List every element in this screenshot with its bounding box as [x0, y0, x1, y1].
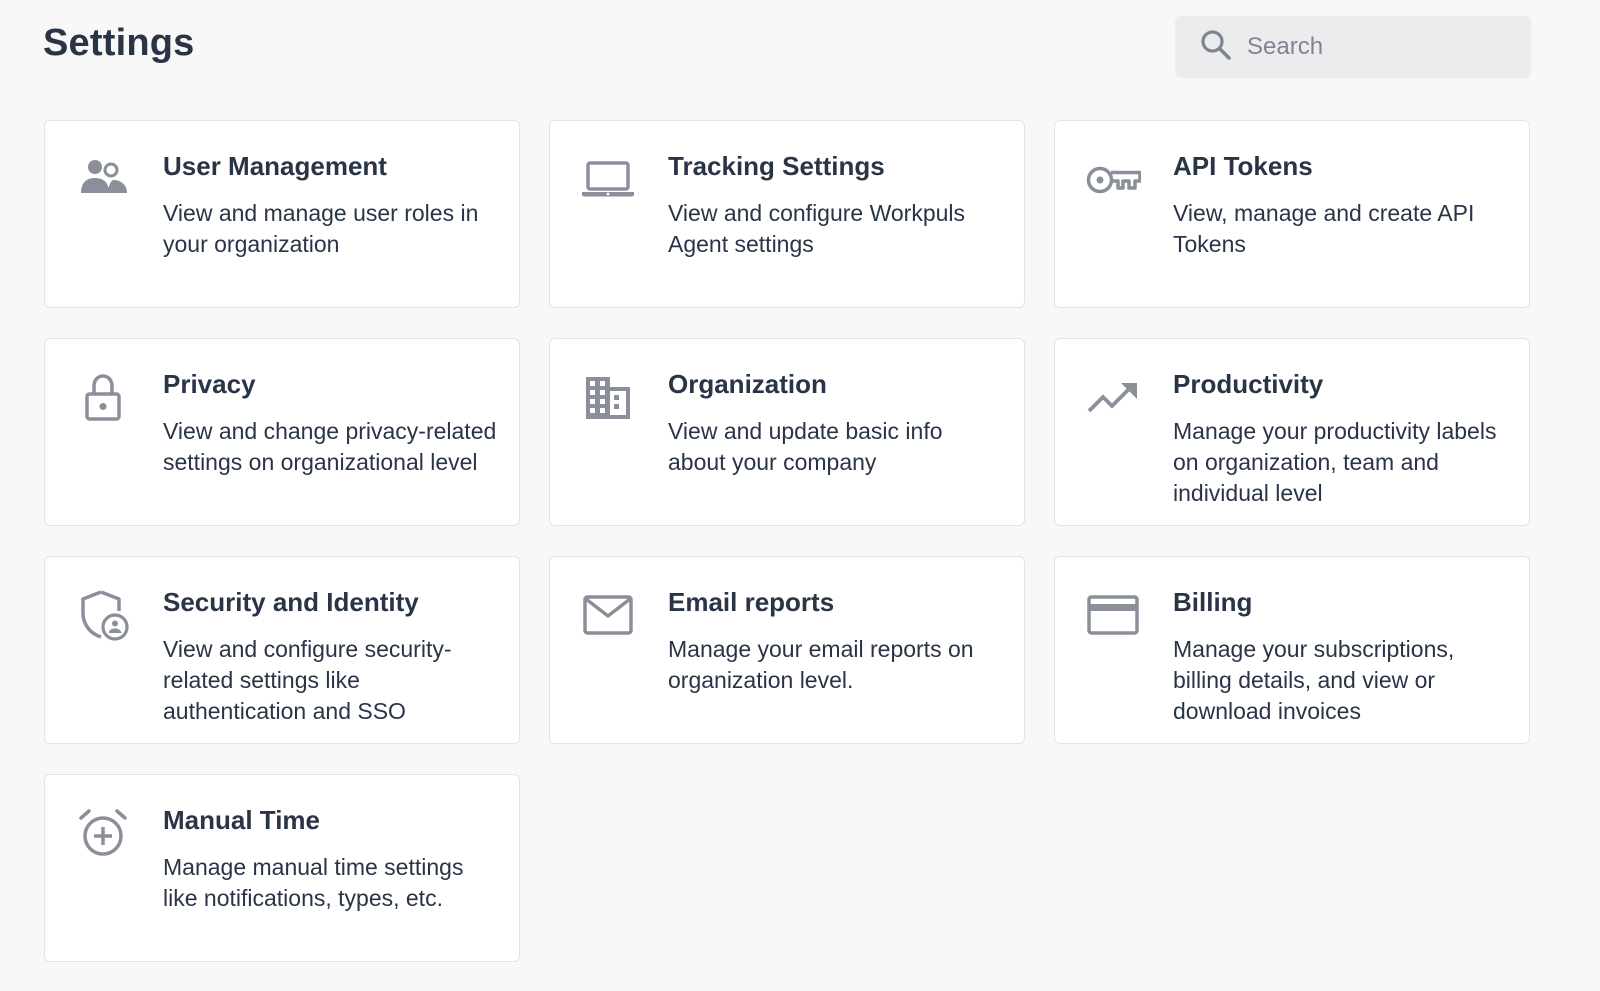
card-billing[interactable]: Billing Manage your subscriptions, billi… — [1054, 556, 1530, 744]
card-description: View and configure Workpuls Agent settin… — [668, 200, 966, 257]
page-title: Settings — [43, 22, 195, 64]
card-organization[interactable]: Organization View and update basic info … — [549, 338, 1025, 526]
building-icon — [580, 369, 636, 425]
users-icon — [75, 151, 131, 207]
card-privacy[interactable]: Privacy View and change privacy-related … — [44, 338, 520, 526]
card-email-reports[interactable]: Email reports Manage your email reports … — [549, 556, 1025, 744]
card-api-tokens[interactable]: API Tokens View, manage and create API T… — [1054, 120, 1530, 308]
card-title: User Management — [163, 151, 387, 181]
search-box[interactable] — [1175, 16, 1531, 78]
card-description: View and change privacy-related settings… — [163, 418, 497, 475]
card-description: View and manage user roles in your organ… — [163, 200, 479, 257]
card-description: View and update basic info about your co… — [668, 418, 943, 475]
card-title: Privacy — [163, 369, 256, 399]
card-title: Productivity — [1173, 369, 1324, 399]
lock-icon — [75, 369, 131, 425]
key-icon — [1085, 151, 1141, 207]
card-description: Manage manual time settings like notific… — [163, 854, 464, 911]
card-description: View, manage and create API Tokens — [1173, 200, 1475, 257]
search-input[interactable] — [1245, 32, 1519, 62]
card-title: Security and Identity — [163, 587, 419, 617]
card-title: Billing — [1173, 587, 1253, 617]
alarm-add-icon — [75, 805, 131, 861]
card-productivity[interactable]: Productivity Manage your productivity la… — [1054, 338, 1530, 526]
card-description: Manage your productivity labels on organ… — [1173, 418, 1497, 506]
card-description: Manage your email reports on organizatio… — [668, 636, 974, 693]
card-description: Manage your subscriptions, billing detai… — [1173, 636, 1455, 724]
shield-user-icon — [75, 587, 131, 643]
laptop-icon — [580, 151, 636, 207]
credit-card-icon — [1085, 587, 1141, 643]
card-description: View and configure security-related sett… — [163, 636, 452, 724]
card-title: API Tokens — [1173, 151, 1313, 181]
card-security-identity[interactable]: Security and Identity View and configure… — [44, 556, 520, 744]
card-title: Tracking Settings — [668, 151, 885, 181]
card-title: Manual Time — [163, 805, 321, 835]
envelope-icon — [580, 587, 636, 643]
trending-up-icon — [1085, 369, 1141, 425]
settings-page: Settings User Management View and manage… — [0, 0, 1600, 991]
search-icon — [1199, 28, 1233, 67]
card-user-management[interactable]: User Management View and manage user rol… — [44, 120, 520, 308]
card-tracking-settings[interactable]: Tracking Settings View and configure Wor… — [549, 120, 1025, 308]
card-title: Organization — [668, 369, 827, 399]
card-manual-time[interactable]: Manual Time Manage manual time settings … — [44, 774, 520, 962]
card-title: Email reports — [668, 587, 835, 617]
settings-grid: User Management View and manage user rol… — [44, 120, 1530, 962]
